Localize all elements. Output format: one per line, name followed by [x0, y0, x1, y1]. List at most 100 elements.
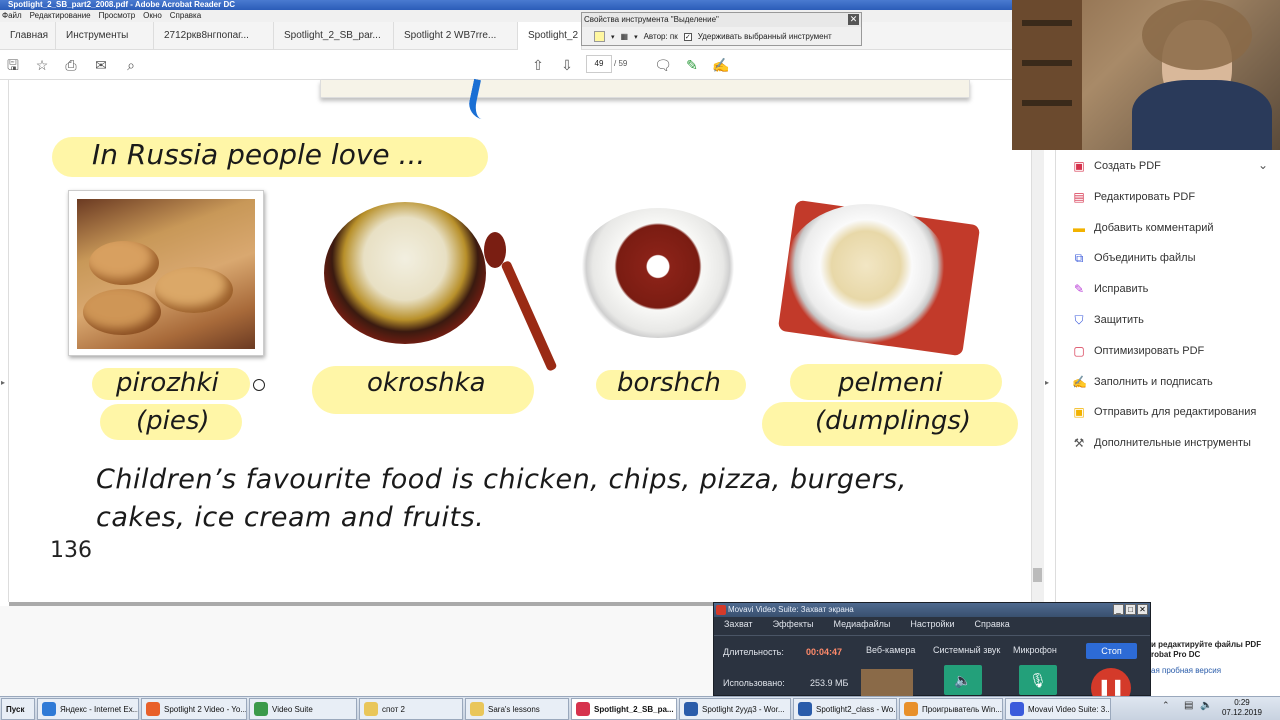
movavi-menu-help[interactable]: Справка: [974, 619, 1009, 629]
taskbar-item-acrobat[interactable]: Spotlight_2_SB_pa...: [571, 698, 677, 720]
close-icon[interactable]: ✕: [1137, 604, 1148, 615]
movavi-menu-capture[interactable]: Захват: [724, 619, 753, 629]
food-label-pelmeni: pelmeni: [838, 368, 943, 398]
taskbar-label: Spotlight 2 Video - Yo...: [164, 704, 247, 714]
menu-file[interactable]: Файл: [2, 10, 22, 22]
panel-item-edit-pdf[interactable]: ▤ Редактировать PDF: [1072, 187, 1195, 207]
tab-document-1[interactable]: 2712ркв8нгпопаг...: [154, 22, 274, 50]
comment-icon[interactable]: 🗨: [654, 56, 672, 74]
taskbar-item-firefox[interactable]: Spotlight 2 Video - Yo...: [141, 698, 247, 720]
panel-item-label: Дополнительные инструменты: [1094, 437, 1251, 449]
panel-item-comment[interactable]: ▬ Добавить комментарий: [1072, 218, 1213, 238]
panel-item-fix[interactable]: ✎ Исправить: [1072, 279, 1148, 299]
promo-line-1: и редактируйте файлы PDF: [1151, 640, 1262, 649]
network-icon[interactable]: ▤: [1184, 700, 1193, 711]
taskbar-item-folder-sara[interactable]: Sara's lessons: [465, 698, 569, 720]
keep-tool-checkbox[interactable]: ✓: [683, 32, 692, 41]
chevron-down-icon[interactable]: ⌄: [1258, 158, 1268, 172]
color-swatch[interactable]: [594, 31, 605, 42]
menu-edit[interactable]: Редактирование: [30, 10, 91, 22]
panel-item-optimize[interactable]: ▢ Оптимизировать PDF: [1072, 341, 1204, 361]
document-bottom-area: [0, 606, 714, 696]
panel-item-label: Объединить файлы: [1094, 252, 1196, 264]
taskbar-item-ie[interactable]: Яндекс - Internet Ex...: [37, 698, 139, 720]
print-icon[interactable]: ⎙: [62, 56, 80, 74]
system-clock[interactable]: 0:29 07.12.2019: [1222, 698, 1262, 718]
highlight-pen-icon[interactable]: ✎: [683, 56, 701, 74]
movavi-icon: [1010, 702, 1024, 716]
video-suite-icon: [254, 702, 268, 716]
fix-icon: ✎: [1073, 282, 1085, 296]
tab-tools[interactable]: Инструменты: [56, 22, 154, 50]
close-icon[interactable]: ✕: [848, 14, 859, 25]
save-icon[interactable]: 🖫: [4, 56, 22, 74]
tab-home[interactable]: Главная: [0, 22, 56, 50]
taskbar-label: Spotlight2_class - Wo...: [816, 704, 897, 714]
speaker-icon[interactable]: 🔈: [944, 665, 982, 695]
microphone-label: Микрофон: [1013, 645, 1057, 655]
panel-item-create-pdf[interactable]: ▣ Создать PDF: [1072, 156, 1161, 176]
tab-document-3[interactable]: Spotlight 2 WB7rre...: [394, 22, 518, 50]
start-button[interactable]: Пуск: [1, 698, 35, 720]
food-translation-pelmeni: (dumplings): [815, 406, 972, 436]
promo-line-3[interactable]: ая пробная версия: [1151, 666, 1261, 676]
microphone-icon[interactable]: 🎙: [1019, 665, 1057, 695]
movavi-capture-window: Movavi Video Suite: Захват экрана _ □ ✕ …: [713, 602, 1151, 708]
scrollbar-thumb[interactable]: [1033, 568, 1042, 582]
chevron-down-icon[interactable]: ▾: [611, 33, 615, 41]
window-title: Spotlight_2_SB_part2_2008.pdf - Adobe Ac…: [0, 0, 1012, 10]
page-number-input[interactable]: 49: [586, 55, 612, 73]
expand-left-icon[interactable]: ▸: [1, 378, 5, 387]
taskbar-item-movavi[interactable]: Movavi Video Suite: 3...: [1005, 698, 1111, 720]
taskbar-item-folder-spot2[interactable]: спот 2: [359, 698, 463, 720]
collapse-panel-icon[interactable]: ▸: [1045, 378, 1049, 387]
start-label: Пуск: [6, 704, 25, 714]
taskbar-item-word-1[interactable]: Spotlight 2ууд3 - Wor...: [679, 698, 791, 720]
borshch-plate: [576, 208, 740, 338]
movavi-menu-settings[interactable]: Настройки: [910, 619, 954, 629]
tools-icon: ⚒: [1073, 436, 1085, 450]
menu-help[interactable]: Справка: [170, 10, 201, 22]
menu-view[interactable]: Просмотр: [99, 10, 136, 22]
tab-document-active[interactable]: Spotlight_2: [518, 22, 582, 50]
sign-icon[interactable]: ✍: [712, 56, 730, 74]
promo-text: и редактируйте файлы PDF robat Pro DC ая…: [1151, 640, 1261, 676]
page-up-icon[interactable]: ⇧: [529, 56, 547, 74]
vertical-scrollbar[interactable]: [1031, 80, 1044, 602]
panel-item-fill-sign[interactable]: ✍ Заполнить и подписать: [1072, 372, 1213, 392]
stop-button[interactable]: Стоп: [1086, 643, 1137, 659]
movavi-menu-effects[interactable]: Эффекты: [773, 619, 814, 629]
webcam-thumbnail[interactable]: [861, 669, 913, 697]
panel-item-send[interactable]: ▣ Отправить для редактирования: [1072, 402, 1256, 422]
sign-icon: ✍: [1072, 375, 1087, 389]
search-icon[interactable]: ⌕: [122, 56, 140, 74]
food-label-pirozhki: pirozhki: [116, 368, 219, 398]
minimize-icon[interactable]: _: [1113, 604, 1124, 615]
movavi-menu-media[interactable]: Медиафайлы: [833, 619, 890, 629]
taskbar-item-word-2[interactable]: Spotlight2_class - Wo...: [793, 698, 897, 720]
email-icon[interactable]: ✉: [92, 56, 110, 74]
taskbar-label: спот 2: [382, 704, 405, 714]
volume-icon[interactable]: 🔈: [1200, 700, 1212, 711]
tab-document-2[interactable]: Spotlight_2_SB_par...: [274, 22, 394, 50]
star-icon[interactable]: ☆: [33, 56, 51, 74]
opacity-icon[interactable]: ▦: [621, 32, 629, 41]
webcam-overlay: [1012, 0, 1280, 150]
panel-item-protect[interactable]: ⛉ Защитить: [1072, 310, 1143, 330]
taskbar-item-media-player[interactable]: Проигрыватель Win...: [899, 698, 1003, 720]
panel-item-combine[interactable]: ⧉ Объединить файлы: [1072, 248, 1196, 268]
tray-expand-icon[interactable]: ⌃: [1162, 700, 1170, 711]
panel-item-label: Редактировать PDF: [1094, 191, 1196, 203]
taskbar-label: Video Suite: [272, 704, 313, 714]
chevron-down-icon[interactable]: ▾: [634, 33, 638, 41]
used-value: 253.9 МБ: [810, 678, 849, 688]
create-pdf-icon: ▣: [1073, 159, 1085, 173]
panel-item-label: Отправить для редактирования: [1094, 406, 1257, 418]
panel-item-more-tools[interactable]: ⚒ Дополнительные инструменты: [1072, 433, 1251, 453]
pelmeni-plate: [782, 204, 950, 344]
menu-window[interactable]: Окно: [143, 10, 162, 22]
maximize-icon[interactable]: □: [1125, 604, 1136, 615]
taskbar-item-video-suite[interactable]: Video Suite: [249, 698, 357, 720]
page-down-icon[interactable]: ⇩: [558, 56, 576, 74]
taskbar: Пуск Яндекс - Internet Ex... Spotlight 2…: [0, 696, 1280, 720]
